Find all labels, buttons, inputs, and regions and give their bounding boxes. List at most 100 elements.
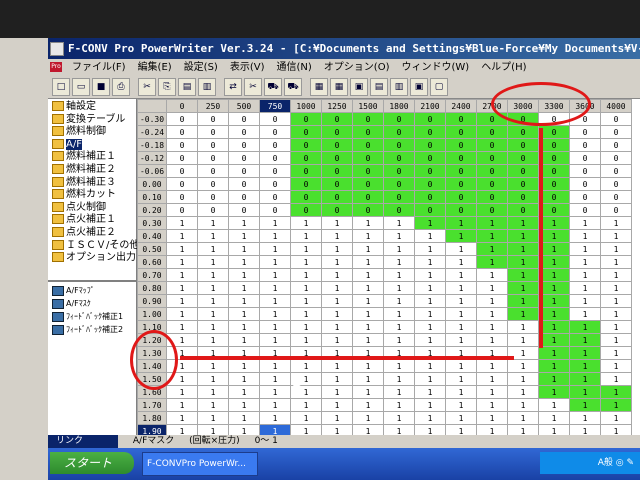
map-cell[interactable]: 0	[600, 177, 632, 191]
menu-item-5[interactable]: オプション(O)	[318, 59, 396, 76]
map-cell[interactable]: 1	[197, 385, 229, 399]
map-cell[interactable]: 1	[259, 242, 291, 256]
map-cell[interactable]: 1	[383, 307, 415, 321]
map-cell[interactable]: 0	[538, 190, 570, 204]
map-cell[interactable]: 1	[569, 242, 601, 256]
map-cell[interactable]: 1	[538, 333, 570, 347]
row-header[interactable]: 0.80	[137, 281, 167, 295]
map-cell[interactable]: 0	[445, 203, 477, 217]
map-cell[interactable]: 0	[166, 190, 198, 204]
map-cell[interactable]: 1	[166, 229, 198, 243]
map-cell[interactable]: 0	[290, 203, 322, 217]
menu-item-2[interactable]: 設定(S)	[178, 59, 224, 76]
map-cell[interactable]: 0	[383, 151, 415, 165]
map-cell[interactable]: 1	[507, 242, 539, 256]
map-cell[interactable]: 1	[352, 242, 384, 256]
map-cell[interactable]: 1	[414, 385, 446, 399]
map-cell[interactable]: 0	[352, 138, 384, 152]
column-header[interactable]: 1500	[352, 99, 384, 113]
map-cell[interactable]: 1	[600, 229, 632, 243]
map-cell[interactable]: 1	[321, 229, 353, 243]
sidebar-item-11[interactable]: ＩＳＣＶ/その他	[52, 239, 139, 252]
map-cell[interactable]: 1	[383, 294, 415, 308]
map-cell[interactable]: 1	[476, 242, 508, 256]
map-cell[interactable]: 1	[414, 229, 446, 243]
map-cell[interactable]: 0	[383, 190, 415, 204]
map-cell[interactable]: 1	[476, 229, 508, 243]
map-cell[interactable]: 0	[197, 138, 229, 152]
map-cell[interactable]: 1	[569, 216, 601, 230]
sidebar-item-12[interactable]: オプション出力	[52, 252, 136, 264]
map-cell[interactable]: 1	[228, 307, 260, 321]
map-cell[interactable]: 1	[414, 242, 446, 256]
sidebar-subitem-2[interactable]: ﾌｨｰﾄﾞﾊﾞｯｸ補正1	[52, 311, 123, 323]
map-cell[interactable]: 0	[414, 177, 446, 191]
map-cell[interactable]: 1	[538, 268, 570, 282]
map-cell[interactable]: 0	[507, 177, 539, 191]
map-cell[interactable]: 1	[321, 372, 353, 386]
map-cell[interactable]: 1	[414, 398, 446, 412]
map-cell[interactable]: 0	[383, 138, 415, 152]
map-cell[interactable]: 1	[507, 268, 539, 282]
map-cell[interactable]: 0	[197, 164, 229, 178]
map-cell[interactable]: 0	[414, 112, 446, 126]
copy-icon[interactable]: ⎘	[158, 78, 176, 96]
map-cell[interactable]: 1	[538, 294, 570, 308]
map-cell[interactable]: 0	[166, 177, 198, 191]
map-cell[interactable]: 0	[383, 164, 415, 178]
map-cell[interactable]: 1	[445, 333, 477, 347]
row-header[interactable]: 1.00	[137, 307, 167, 321]
map-cell[interactable]: 1	[538, 255, 570, 269]
map-cell[interactable]: 1	[290, 255, 322, 269]
map-cell[interactable]: 0	[290, 125, 322, 139]
map-cell[interactable]: 0	[228, 164, 260, 178]
map-cell[interactable]: 0	[166, 138, 198, 152]
map-cell[interactable]: 0	[166, 164, 198, 178]
map-cell[interactable]: 1	[259, 294, 291, 308]
map-cell[interactable]: 1	[383, 411, 415, 425]
map-cell[interactable]: 0	[352, 203, 384, 217]
row-header[interactable]: 0.50	[137, 242, 167, 256]
map-cell[interactable]: 1	[600, 281, 632, 295]
map-cell[interactable]: 0	[600, 151, 632, 165]
map-cell[interactable]: 1	[259, 320, 291, 334]
map-cell[interactable]: 1	[259, 372, 291, 386]
column-header[interactable]: 2400	[445, 99, 477, 113]
map-cell[interactable]: 1	[352, 255, 384, 269]
map-cell[interactable]: 1	[352, 216, 384, 230]
row-header[interactable]: 1.70	[137, 398, 167, 412]
map-cell[interactable]: 1	[445, 307, 477, 321]
row-header[interactable]: 0.00	[137, 177, 167, 191]
map-cell[interactable]: 1	[383, 268, 415, 282]
map-cell[interactable]: 0	[414, 138, 446, 152]
map-cell[interactable]: 0	[290, 164, 322, 178]
open-icon[interactable]: ▭	[72, 78, 90, 96]
map-cell[interactable]: 1	[414, 216, 446, 230]
map-cell[interactable]: 0	[569, 151, 601, 165]
map-cell[interactable]: 1	[290, 294, 322, 308]
column-header[interactable]: 1000	[290, 99, 322, 113]
map-cell[interactable]: 0	[383, 112, 415, 126]
map-cell[interactable]: 1	[507, 359, 539, 373]
map-cell[interactable]: 0	[569, 190, 601, 204]
map-cell[interactable]: 1	[321, 242, 353, 256]
map-cell[interactable]: 0	[290, 138, 322, 152]
map-cell[interactable]: 1	[321, 281, 353, 295]
map-cell[interactable]: 1	[352, 268, 384, 282]
map-cell[interactable]: 1	[569, 281, 601, 295]
menu-item-7[interactable]: ヘルプ(H)	[475, 59, 532, 76]
table-icon[interactable]: ▦	[310, 78, 328, 96]
row-header[interactable]: -0.24	[137, 125, 167, 139]
map-cell[interactable]: 1	[166, 307, 198, 321]
map-cell[interactable]: 1	[507, 216, 539, 230]
sidebar-subitem-3[interactable]: ﾌｨｰﾄﾞﾊﾞｯｸ補正2	[52, 324, 123, 336]
map-cell[interactable]: 1	[600, 346, 632, 360]
map-cell[interactable]: 1	[476, 216, 508, 230]
map-cell[interactable]: 0	[259, 190, 291, 204]
map-cell[interactable]: 0	[197, 203, 229, 217]
map-cell[interactable]: 0	[600, 125, 632, 139]
map-cell[interactable]: 1	[290, 242, 322, 256]
map-cell[interactable]: 1	[414, 359, 446, 373]
row-header[interactable]: 0.90	[137, 294, 167, 308]
map-cell[interactable]: 1	[166, 294, 198, 308]
